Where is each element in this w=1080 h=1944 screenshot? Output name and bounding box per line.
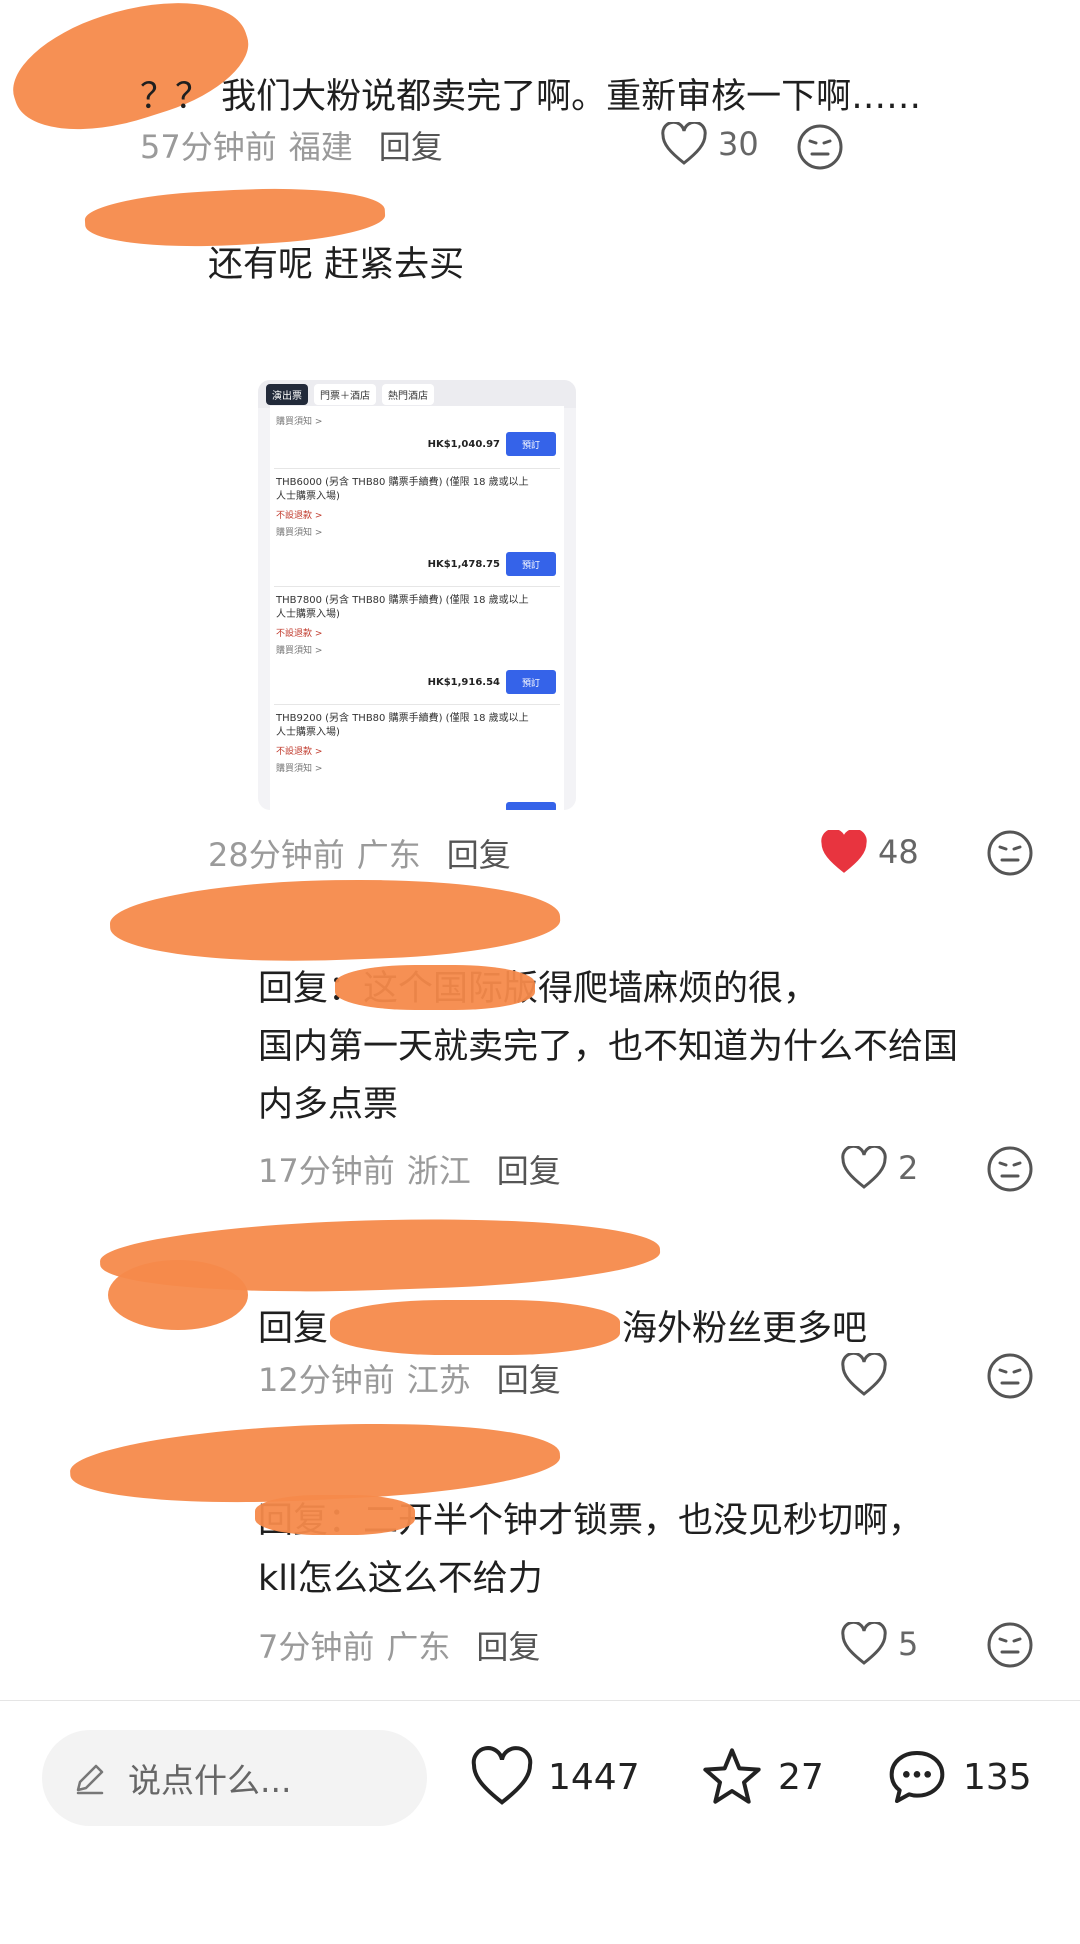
- ticket-desc: 人士購票入場): [276, 609, 340, 620]
- like-button[interactable]: 48: [820, 830, 919, 874]
- purchase-notice: 購買須知 >: [276, 646, 323, 656]
- ticket-desc: 人士購票入場): [276, 491, 340, 502]
- refund-policy: 不設退款 >: [276, 629, 323, 639]
- reply-button[interactable]: 回复: [379, 122, 443, 168]
- dislike-button[interactable]: [985, 1351, 1035, 1405]
- meh-face-icon: [987, 1622, 1033, 1668]
- like-button[interactable]: 30: [660, 122, 759, 166]
- meh-face-icon: [987, 830, 1033, 876]
- redaction-mark: [255, 1495, 415, 1535]
- comment-text-prefix: 回复: [258, 1309, 329, 1349]
- post-like-count: 1447: [548, 1756, 640, 1798]
- book-button: 預訂: [506, 432, 556, 456]
- book-button: 預訂: [506, 670, 556, 694]
- bottom-bar-divider: [0, 1700, 1080, 1701]
- meh-face-icon: [797, 124, 843, 170]
- refund-policy: 不設退款 >: [276, 747, 323, 757]
- comment-meta: 7分钟前 广东 回复: [258, 1622, 540, 1668]
- comment-time: 7分钟前: [258, 1628, 375, 1666]
- dislike-button[interactable]: [985, 1144, 1035, 1198]
- dislike-button[interactable]: [985, 828, 1035, 882]
- tab-hotels: 熱門酒店: [382, 383, 434, 405]
- comment-meta: 17分钟前 浙江 回复: [258, 1146, 561, 1192]
- comment-input-placeholder: 说点什么...: [128, 1761, 292, 1800]
- ticket-desc: 人士購票入場): [276, 727, 340, 738]
- reply-button[interactable]: 回复: [497, 1146, 561, 1192]
- comment-meta: 28分钟前 广东 回复: [208, 830, 511, 876]
- comment-region: 福建: [288, 128, 353, 166]
- favorite-button[interactable]: 27: [700, 1745, 824, 1809]
- comment-region: 浙江: [406, 1152, 471, 1190]
- favorite-count: 27: [778, 1756, 824, 1798]
- like-button[interactable]: 5: [840, 1622, 918, 1666]
- comment-time: 12分钟前: [258, 1361, 395, 1399]
- comment-region: 广东: [356, 836, 421, 874]
- redaction-mark: [108, 1260, 248, 1330]
- ticket-price: HK$1,478.75: [427, 558, 500, 570]
- redaction-mark: [335, 965, 535, 1010]
- like-post-button[interactable]: 1447: [470, 1745, 640, 1809]
- star-icon: [703, 1748, 761, 1804]
- comment-text: ？？ 我们大粉说都卖完了啊。重新审核一下啊……: [140, 77, 922, 117]
- comments-button[interactable]: 135: [885, 1745, 1032, 1809]
- meh-face-icon: [987, 1353, 1033, 1399]
- book-button: 預訂: [506, 552, 556, 576]
- book-button: [506, 802, 556, 810]
- like-button[interactable]: [840, 1353, 898, 1397]
- like-count: 30: [718, 125, 759, 163]
- ticket-desc: THB9200 (另含 THB80 購票手續費) (僅限 18 歲或以上: [276, 713, 529, 724]
- comment-time: 28分钟前: [208, 836, 345, 874]
- comment-input[interactable]: 说点什么...: [42, 1730, 427, 1826]
- heart-icon: [841, 1622, 887, 1665]
- heart-filled-icon: [821, 830, 867, 873]
- comment-time: 57分钟前: [140, 128, 277, 166]
- like-count: 2: [898, 1149, 919, 1187]
- comment-count: 135: [963, 1756, 1032, 1798]
- ticket-price: HK$1,916.54: [427, 676, 500, 688]
- purchase-notice: 購買須知 >: [276, 764, 323, 774]
- pencil-icon: [76, 1764, 104, 1795]
- heart-icon: [661, 122, 707, 165]
- chat-bubble-icon: [889, 1751, 945, 1803]
- like-count: 48: [878, 833, 919, 871]
- refund-policy: 不設退款 >: [276, 511, 323, 521]
- comment-region: 江苏: [406, 1361, 471, 1399]
- comment-meta: 12分钟前 江苏 回复: [258, 1355, 561, 1401]
- comment-meta: 57分钟前 福建 回复: [140, 122, 443, 168]
- dislike-button[interactable]: [985, 1620, 1035, 1674]
- comment-text: kll怎么这么不给力: [258, 1559, 543, 1599]
- meh-face-icon: [987, 1146, 1033, 1192]
- ticket-list: 購買須知 > HK$1,040.97 預訂 THB6000 (另含 THB80 …: [270, 406, 564, 810]
- reply-button[interactable]: 回复: [497, 1355, 561, 1401]
- reply-button[interactable]: 回复: [476, 1622, 540, 1668]
- comment-text: 海外粉丝更多吧: [622, 1309, 868, 1349]
- purchase-notice: 購買須知 >: [276, 417, 323, 427]
- comment-text: 国内第一天就卖完了，也不知道为什么不给国: [258, 1027, 959, 1067]
- tab-tickets: 演出票: [266, 383, 308, 405]
- like-button[interactable]: 2: [840, 1146, 918, 1190]
- comment-text: 内多点票: [258, 1085, 399, 1125]
- ticket-desc: THB7800 (另含 THB80 購票手續費) (僅限 18 歲或以上: [276, 595, 529, 606]
- redaction-mark: [330, 1300, 620, 1355]
- heart-icon: [841, 1146, 887, 1189]
- redaction-mark: [108, 872, 562, 968]
- ticket-price: HK$1,040.97: [427, 438, 500, 450]
- ticket-desc: THB6000 (另含 THB80 購票手續費) (僅限 18 歲或以上: [276, 477, 529, 488]
- comment-time: 17分钟前: [258, 1152, 395, 1190]
- embedded-ticket-screenshot: 演出票 門票＋酒店 熱門酒店 購買須知 > HK$1,040.97 預訂 THB…: [258, 380, 576, 810]
- tab-ticket-hotel: 門票＋酒店: [314, 383, 376, 405]
- reply-button[interactable]: 回复: [447, 830, 511, 876]
- purchase-notice: 購買須知 >: [276, 528, 323, 538]
- comment-text: 还有呢 赶紧去买: [208, 245, 465, 285]
- comment-region: 广东: [386, 1628, 451, 1666]
- heart-icon: [841, 1353, 887, 1396]
- heart-icon: [471, 1746, 533, 1805]
- dislike-button[interactable]: [795, 122, 845, 176]
- like-count: 5: [898, 1625, 919, 1663]
- ticket-tabs: 演出票 門票＋酒店 熱門酒店: [258, 380, 576, 408]
